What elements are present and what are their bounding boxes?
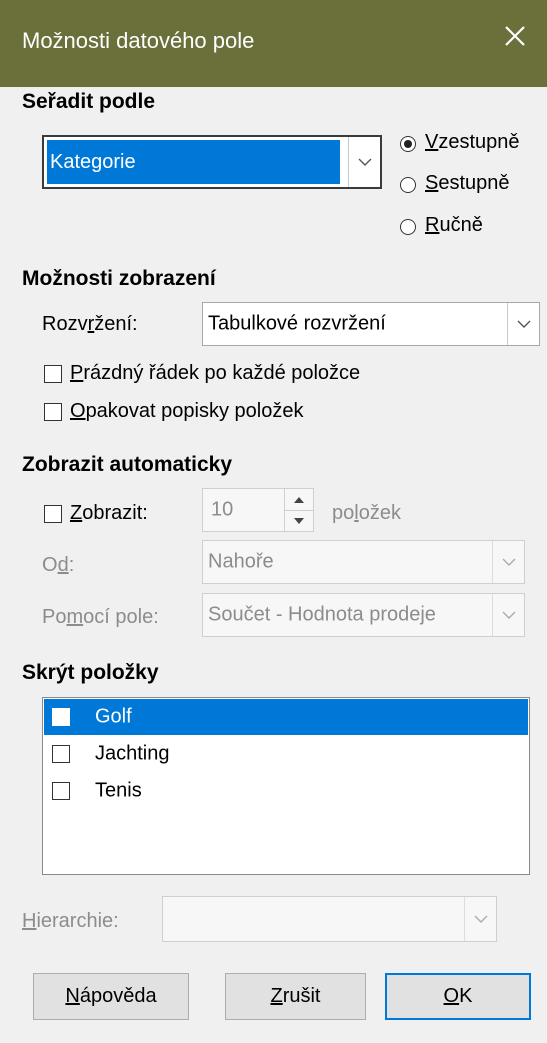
count-stepper[interactable]: 10 [202, 488, 314, 532]
window-title: Možnosti datového pole [22, 28, 255, 53]
autoshow-label[interactable]: Zobrazit: [70, 502, 148, 525]
title-bar: Možnosti datového pole [0, 0, 547, 87]
stepper-down-icon[interactable] [285, 510, 313, 531]
layout-value: Tabulkové rozvržení [208, 312, 386, 335]
hierarchy-dropdown[interactable] [162, 896, 497, 942]
list-item-checkbox[interactable] [52, 745, 70, 763]
using-field-value: Součet - Hodnota prodeje [208, 603, 436, 626]
chevron-down-icon[interactable] [492, 594, 524, 636]
manual-label[interactable]: Ručně [425, 214, 483, 237]
sort-field-dropdown[interactable]: Kategorie [42, 135, 382, 189]
ok-button[interactable]: OK [385, 973, 531, 1020]
layout-label: Rozvržení: [42, 313, 138, 335]
chevron-down-icon[interactable] [348, 137, 380, 187]
ascending-radio[interactable] [400, 136, 416, 152]
cancel-button[interactable]: Zrušit [225, 973, 366, 1020]
list-item[interactable]: Golf [44, 699, 528, 735]
ascending-label[interactable]: Vzestupně [425, 131, 520, 154]
layout-dropdown[interactable]: Tabulkové rozvržení [202, 302, 540, 346]
from-label: Od: [42, 554, 75, 576]
manual-radio[interactable] [400, 219, 416, 235]
help-button[interactable]: Nápověda [33, 973, 189, 1020]
hide-items-list[interactable]: Golf Jachting Tenis [42, 697, 530, 875]
from-value: Nahoře [208, 550, 274, 573]
repeat-labels-label[interactable]: Opakovat popisky položek [70, 400, 303, 423]
items-label: položek [332, 502, 401, 524]
from-dropdown[interactable]: Nahoře [202, 540, 525, 584]
empty-line-label[interactable]: Prázdný řádek po každé položce [70, 362, 360, 385]
autoshow-checkbox[interactable] [44, 505, 62, 523]
using-field-dropdown[interactable]: Součet - Hodnota prodeje [202, 593, 525, 637]
list-item-label: Golf [95, 705, 132, 728]
hierarchy-label: Hierarchie: [22, 910, 119, 932]
ascending-label-rest: zestupně [438, 131, 520, 153]
sort-heading: Seřadit podle [22, 90, 156, 113]
descending-label[interactable]: Sestupně [425, 172, 510, 195]
repeat-labels-checkbox[interactable] [44, 403, 62, 421]
empty-line-checkbox[interactable] [44, 365, 62, 383]
list-item-checkbox[interactable] [52, 782, 70, 800]
sort-field-value: Kategorie [47, 140, 340, 184]
list-item-checkbox[interactable] [52, 708, 70, 726]
autoshow-heading: Zobrazit automaticky [22, 453, 233, 476]
descending-radio[interactable] [400, 177, 416, 193]
count-value: 10 [211, 498, 234, 521]
list-item[interactable]: Tenis [44, 773, 528, 809]
list-item-label: Jachting [95, 742, 170, 765]
hide-items-heading: Skrýt položky [22, 661, 159, 684]
using-field-label: Pomocí pole: [42, 606, 159, 628]
list-item[interactable]: Jachting [44, 736, 528, 772]
stepper-up-icon[interactable] [285, 489, 313, 511]
chevron-down-icon[interactable] [464, 897, 496, 941]
display-options-heading: Možnosti zobrazení [22, 267, 216, 290]
close-icon[interactable] [501, 22, 529, 50]
list-item-label: Tenis [95, 779, 142, 802]
chevron-down-icon[interactable] [507, 303, 539, 345]
chevron-down-icon[interactable] [492, 541, 524, 583]
